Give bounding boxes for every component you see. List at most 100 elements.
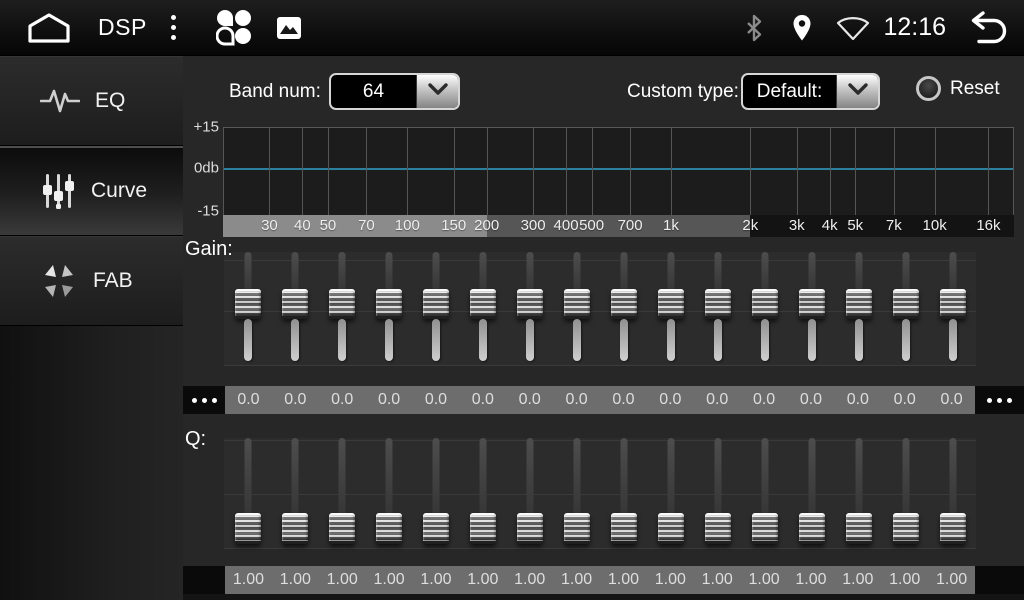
sidebar-item-curve[interactable]: Curve [0, 146, 183, 236]
gain-sliders-panel [224, 252, 976, 366]
grid-line [855, 128, 856, 215]
dropdown-arrow-button[interactable] [836, 75, 878, 108]
gain-slider[interactable] [647, 252, 694, 366]
q-slider[interactable] [553, 438, 600, 549]
gain-slider[interactable] [553, 252, 600, 366]
gain-slider[interactable] [929, 252, 976, 366]
slider-thumb[interactable] [235, 513, 261, 544]
gain-slider[interactable] [271, 252, 318, 366]
slider-thumb[interactable] [329, 289, 355, 319]
overflow-menu-icon[interactable] [171, 15, 176, 40]
gain-slider[interactable] [412, 252, 459, 366]
q-slider[interactable] [365, 438, 412, 549]
custom-type-dropdown[interactable]: Default: [741, 73, 880, 110]
slider-track [385, 438, 392, 516]
slider-thumb[interactable] [799, 289, 825, 319]
dropdown-arrow-button[interactable] [416, 75, 458, 108]
slider-thumb[interactable] [564, 289, 590, 319]
gain-slider[interactable] [694, 252, 741, 366]
band-scroll-left-button[interactable] [183, 386, 225, 414]
q-slider[interactable] [929, 438, 976, 549]
gain-values-row: 0.00.00.00.00.00.00.00.00.00.00.00.00.00… [183, 386, 1024, 414]
slider-thumb[interactable] [705, 289, 731, 319]
gain-slider[interactable] [506, 252, 553, 366]
slider-track [902, 252, 909, 292]
slider-thumb[interactable] [799, 513, 825, 544]
freq-tick-label: 200 [474, 215, 499, 237]
reset-button[interactable]: Reset [916, 76, 1000, 101]
band-scroll-right-button[interactable] [975, 386, 1024, 414]
q-slider[interactable] [835, 438, 882, 549]
slider-thumb[interactable] [329, 513, 355, 544]
slider-thumb[interactable] [846, 513, 872, 544]
slider-thumb[interactable] [470, 513, 496, 544]
gain-slider[interactable] [882, 252, 929, 366]
gain-slider[interactable] [788, 252, 835, 366]
freq-tick-label: 5k [847, 215, 863, 237]
slider-thumb[interactable] [658, 289, 684, 319]
slider-track-filled [667, 319, 675, 361]
gain-slider[interactable] [365, 252, 412, 366]
slider-thumb[interactable] [940, 289, 966, 319]
slider-thumb[interactable] [282, 289, 308, 319]
q-slider[interactable] [694, 438, 741, 549]
sidebar-item-fab[interactable]: FAB [0, 236, 183, 326]
app-launcher-icon[interactable] [216, 9, 254, 47]
gain-slider[interactable] [835, 252, 882, 366]
home-icon[interactable] [26, 12, 72, 44]
gallery-icon[interactable] [276, 16, 302, 40]
slider-thumb[interactable] [376, 289, 402, 319]
gain-slider[interactable] [459, 252, 506, 366]
q-value: 1.00 [928, 566, 975, 594]
grid-line [592, 128, 593, 215]
slider-thumb[interactable] [846, 289, 872, 319]
slider-thumb[interactable] [611, 289, 637, 319]
slider-thumb[interactable] [752, 513, 778, 544]
slider-track-filled [526, 319, 534, 361]
sidebar-item-eq[interactable]: EQ [0, 56, 183, 146]
slider-thumb[interactable] [282, 513, 308, 544]
q-slider[interactable] [882, 438, 929, 549]
slider-thumb[interactable] [564, 513, 590, 544]
slider-track-filled [573, 319, 581, 361]
slider-thumb[interactable] [470, 289, 496, 319]
q-slider[interactable] [459, 438, 506, 549]
slider-thumb[interactable] [235, 289, 261, 319]
gain-slider[interactable] [224, 252, 271, 366]
slider-thumb[interactable] [940, 513, 966, 544]
q-slider[interactable] [224, 438, 271, 549]
band-num-dropdown[interactable]: 64 [329, 73, 460, 110]
slider-thumb[interactable] [658, 513, 684, 544]
q-slider[interactable] [318, 438, 365, 549]
slider-thumb[interactable] [893, 513, 919, 544]
slider-thumb[interactable] [752, 289, 778, 319]
freq-tick-label: 30 [261, 215, 278, 237]
slider-track [291, 252, 298, 292]
grid-line [223, 128, 224, 215]
slider-thumb[interactable] [517, 289, 543, 319]
q-slider[interactable] [271, 438, 318, 549]
q-values-row: 1.001.001.001.001.001.001.001.001.001.00… [183, 566, 1024, 594]
slider-thumb[interactable] [517, 513, 543, 544]
q-value: 1.00 [272, 566, 319, 594]
q-slider[interactable] [412, 438, 459, 549]
gain-slider[interactable] [741, 252, 788, 366]
slider-thumb[interactable] [376, 513, 402, 544]
slider-thumb[interactable] [705, 513, 731, 544]
q-slider[interactable] [788, 438, 835, 549]
slider-thumb[interactable] [611, 513, 637, 544]
q-slider[interactable] [647, 438, 694, 549]
back-icon[interactable] [964, 11, 1010, 45]
q-slider[interactable] [741, 438, 788, 549]
slider-track [573, 438, 580, 516]
slider-thumb[interactable] [423, 513, 449, 544]
q-slider[interactable] [506, 438, 553, 549]
gain-slider[interactable] [318, 252, 365, 366]
clock: 12:16 [883, 13, 946, 42]
gain-slider[interactable] [600, 252, 647, 366]
slider-thumb[interactable] [423, 289, 449, 319]
q-slider[interactable] [600, 438, 647, 549]
waveform-icon [40, 85, 80, 117]
freq-tick-label: 4k [822, 215, 838, 237]
slider-thumb[interactable] [893, 289, 919, 319]
